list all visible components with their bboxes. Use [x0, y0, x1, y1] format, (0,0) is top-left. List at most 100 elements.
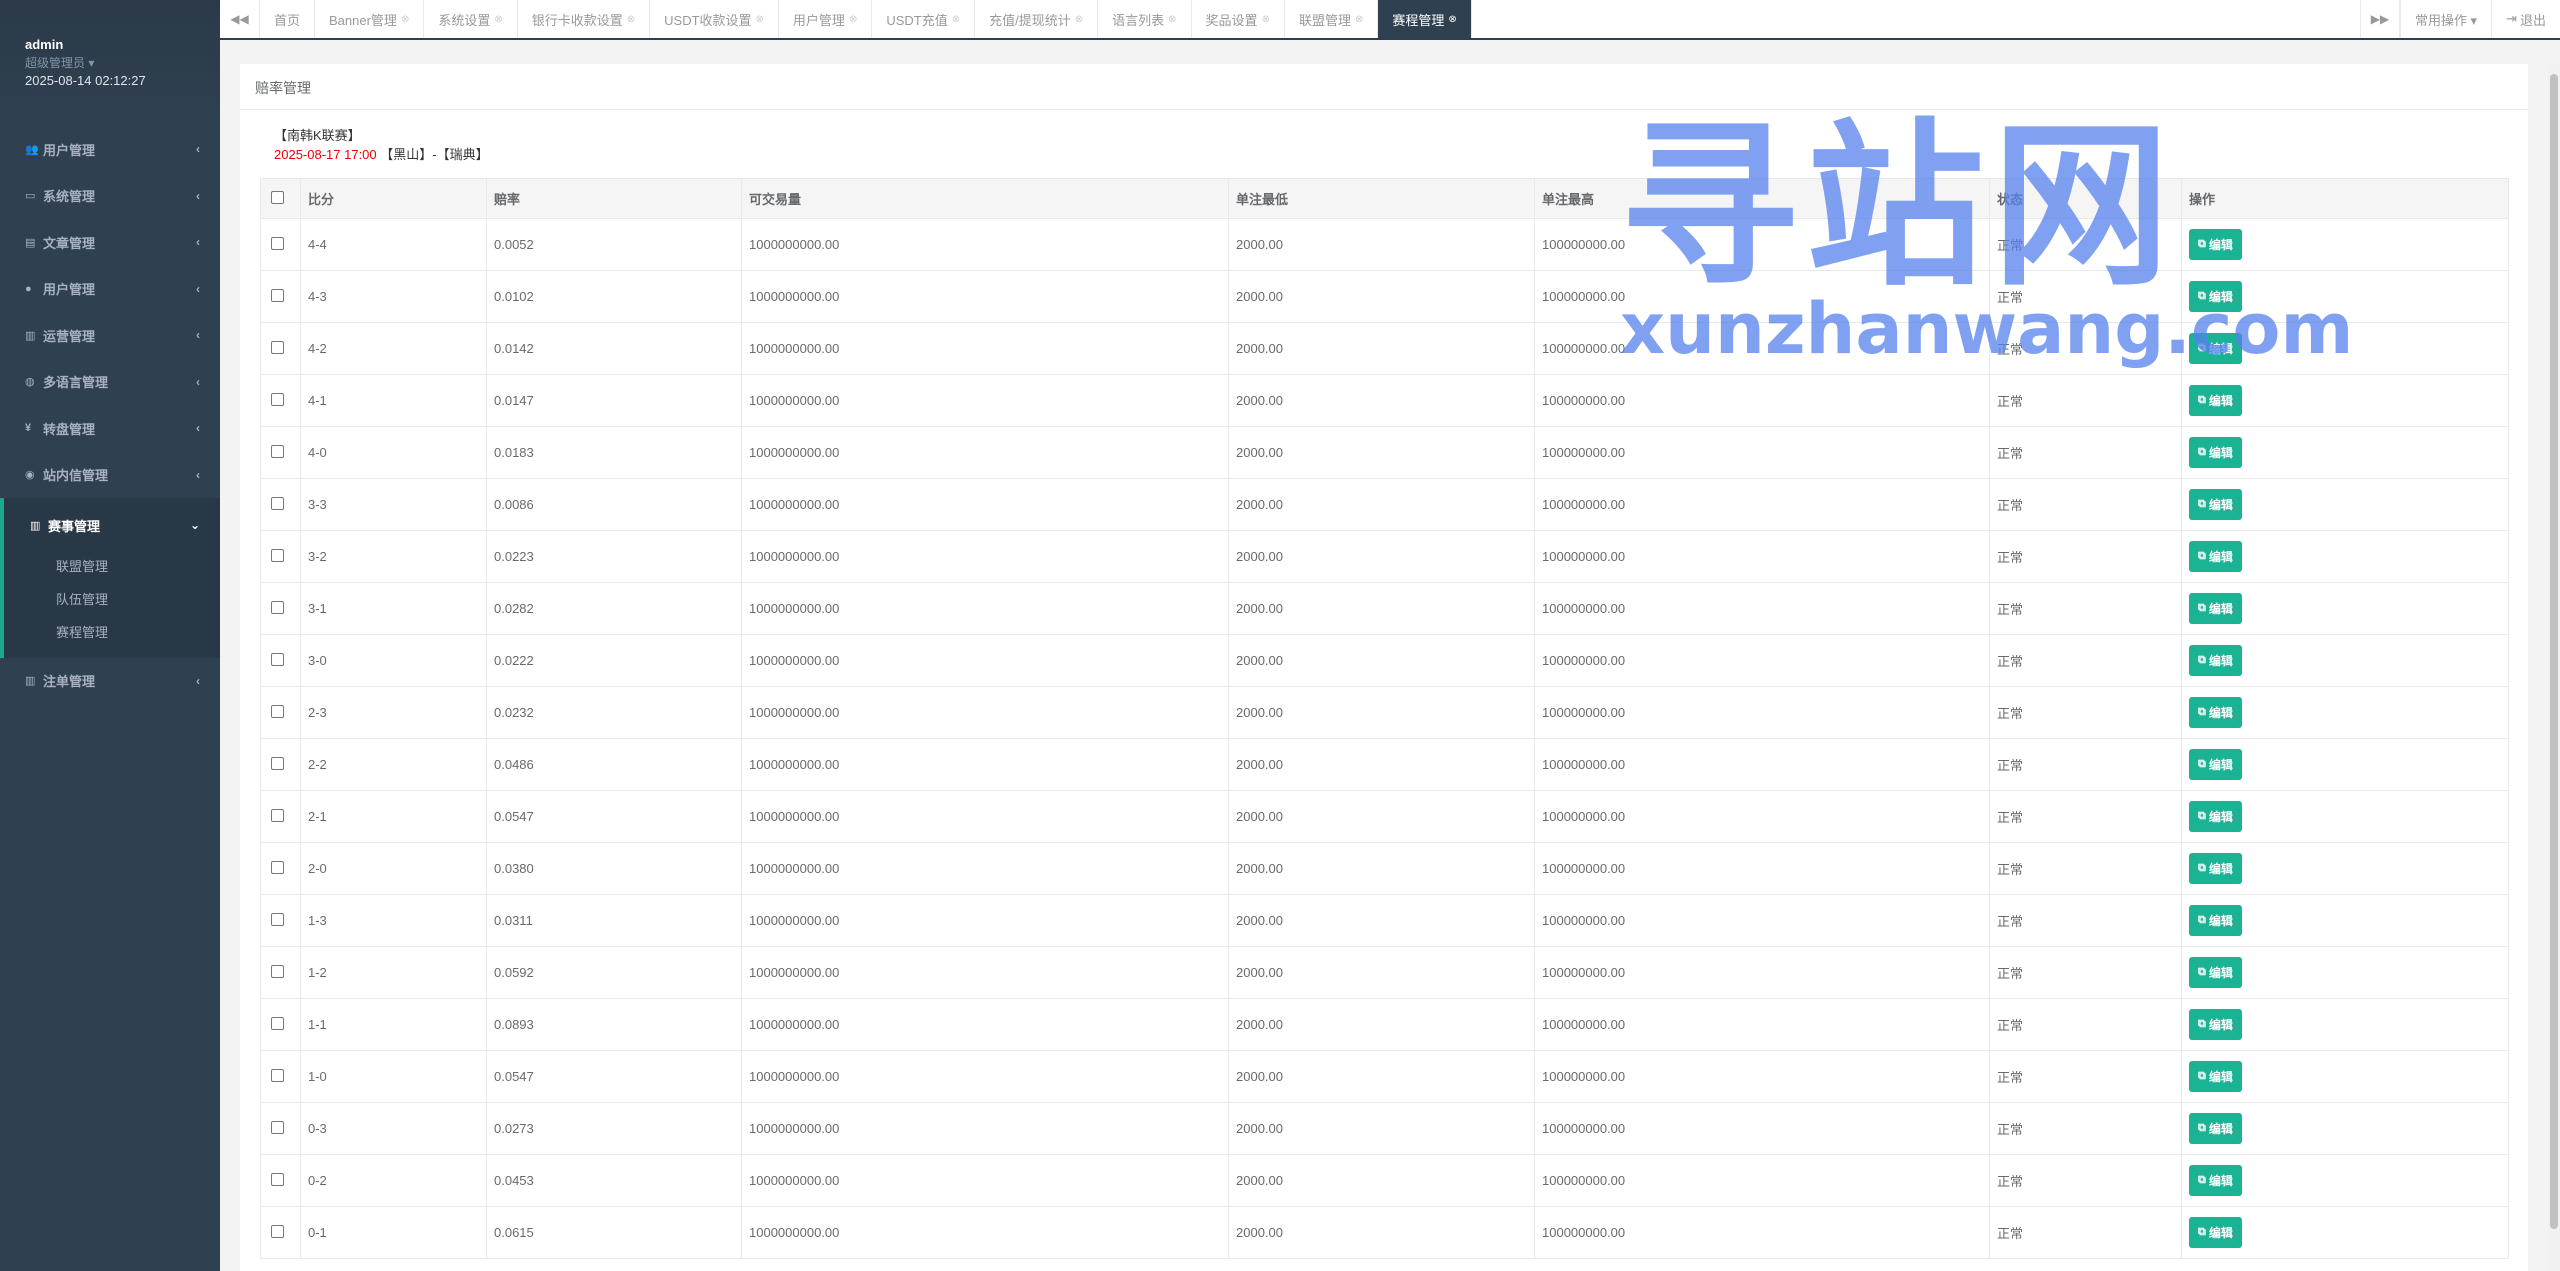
- edit-button[interactable]: ⧉ 编辑: [2189, 853, 2242, 884]
- tab-6[interactable]: USDT充值 ⊗: [872, 0, 976, 38]
- row-checkbox[interactable]: [271, 1068, 284, 1082]
- tab-label: 系统设置: [438, 12, 491, 28]
- edit-icon: ⧉: [2198, 810, 2206, 822]
- tab-3[interactable]: 银行卡收款设置 ⊗: [518, 0, 651, 38]
- cell-actions: ⧉ 编辑: [2181, 374, 2509, 427]
- sidebar-subitem-2[interactable]: 赛程管理: [4, 615, 220, 648]
- edit-button[interactable]: ⧉ 编辑: [2189, 281, 2242, 312]
- close-tab-icon[interactable]: ⊗: [1262, 14, 1270, 25]
- close-tab-icon[interactable]: ⊗: [849, 14, 857, 25]
- tab-8[interactable]: 语言列表 ⊗: [1098, 0, 1192, 38]
- sidebar-subitem-0[interactable]: 联盟管理: [4, 549, 220, 582]
- edit-button-label: 编辑: [2208, 862, 2233, 876]
- row-checkbox[interactable]: [271, 704, 284, 718]
- tab-1[interactable]: Banner管理 ⊗: [315, 0, 425, 38]
- edit-button[interactable]: ⧉ 编辑: [2189, 1217, 2242, 1248]
- row-checkbox[interactable]: [271, 392, 284, 406]
- row-checkbox[interactable]: [271, 444, 284, 458]
- row-checkbox[interactable]: [271, 340, 284, 354]
- row-checkbox[interactable]: [271, 756, 284, 770]
- edit-button[interactable]: ⧉ 编辑: [2189, 229, 2242, 260]
- select-all-checkbox[interactable]: [271, 190, 284, 204]
- edit-button[interactable]: ⧉ 编辑: [2189, 437, 2242, 468]
- edit-button[interactable]: ⧉ 编辑: [2189, 645, 2242, 676]
- close-tab-icon[interactable]: ⊗: [1075, 14, 1083, 25]
- row-checkbox[interactable]: [271, 652, 284, 666]
- row-checkbox[interactable]: [271, 496, 284, 510]
- row-checkbox[interactable]: [271, 600, 284, 614]
- sidebar-item-match-management[interactable]: ▥ 赛事管理 ⌄: [4, 502, 220, 549]
- row-checkbox[interactable]: [271, 288, 284, 302]
- tab-11[interactable]: 赛程管理 ⊗: [1378, 0, 1472, 38]
- page-scrollbar[interactable]: [2548, 64, 2560, 1271]
- row-select-cell: [260, 842, 301, 895]
- sidebar-item-4[interactable]: ▥ 运营管理 ‹: [0, 312, 220, 359]
- sidebar-item-3[interactable]: ● 用户管理 ‹: [0, 266, 220, 313]
- edit-button[interactable]: ⧉ 编辑: [2189, 957, 2242, 988]
- edit-button[interactable]: ⧉ 编辑: [2189, 385, 2242, 416]
- sidebar-subitem-1[interactable]: 队伍管理: [4, 582, 220, 615]
- tabs-scroll-right-button[interactable]: ▶▶: [2359, 0, 2400, 38]
- close-tab-icon[interactable]: ⊗: [494, 14, 502, 25]
- cell-score: 3-2: [300, 530, 487, 583]
- row-checkbox[interactable]: [271, 1016, 284, 1030]
- odds-table-wrap: 比分 赔率 可交易量 单注最低 单注最高 状态 操作 4-4 0.0052 1000…: [260, 178, 2509, 1259]
- row-checkbox[interactable]: [271, 1120, 284, 1134]
- chevron-left-icon: ‹: [196, 421, 200, 436]
- tab-9[interactable]: 奖品设置 ⊗: [1192, 0, 1285, 38]
- chevron-left-icon: ‹: [196, 142, 200, 157]
- sidebar-item-5[interactable]: ◍ 多语言管理 ‹: [0, 359, 220, 406]
- scrollbar-thumb[interactable]: [2550, 74, 2558, 1229]
- edit-icon: ⧉: [2198, 1174, 2206, 1186]
- edit-button[interactable]: ⧉ 编辑: [2189, 1009, 2242, 1040]
- close-tab-icon[interactable]: ⊗: [1168, 14, 1176, 25]
- edit-button[interactable]: ⧉ 编辑: [2189, 1061, 2242, 1092]
- user-role-dropdown[interactable]: 超级管理员 ▾: [25, 54, 220, 72]
- close-tab-icon[interactable]: ⊗: [952, 14, 960, 25]
- tab-0[interactable]: 首页: [260, 0, 316, 38]
- tab-4[interactable]: USDT收款设置 ⊗: [650, 0, 779, 38]
- tab-5[interactable]: 用户管理 ⊗: [779, 0, 873, 38]
- tabs-scroll-left-button[interactable]: ◀◀: [220, 0, 260, 38]
- cell-status: 正常: [1989, 842, 2182, 895]
- common-operations-dropdown[interactable]: 常用操作 ▾: [2399, 0, 2491, 38]
- sidebar-item-bet-management[interactable]: ▥ 注单管理 ‹: [0, 658, 220, 705]
- edit-button[interactable]: ⧉ 编辑: [2189, 333, 2242, 364]
- cell-actions: ⧉ 编辑: [2181, 842, 2509, 895]
- row-checkbox[interactable]: [271, 808, 284, 822]
- cell-status: 正常: [1989, 1102, 2182, 1155]
- sidebar-item-0[interactable]: 👥 用户管理 ‹: [0, 126, 220, 173]
- table-row: 4-2 0.0142 1000000000.00 2000.00 100000000.0…: [260, 322, 2509, 375]
- row-checkbox[interactable]: [271, 1224, 284, 1238]
- close-tab-icon[interactable]: ⊗: [401, 14, 409, 25]
- row-checkbox[interactable]: [271, 912, 284, 926]
- tab-2[interactable]: 系统设置 ⊗: [424, 0, 518, 38]
- edit-button[interactable]: ⧉ 编辑: [2189, 489, 2242, 520]
- row-checkbox[interactable]: [271, 236, 284, 250]
- sidebar-item-1[interactable]: ▭ 系统管理 ‹: [0, 173, 220, 220]
- edit-button[interactable]: ⧉ 编辑: [2189, 1165, 2242, 1196]
- row-checkbox[interactable]: [271, 548, 284, 562]
- sidebar-item-6[interactable]: ¥ 转盘管理 ‹: [0, 405, 220, 452]
- sidebar-item-2[interactable]: ▤ 文章管理 ‹: [0, 219, 220, 266]
- edit-button[interactable]: ⧉ 编辑: [2189, 593, 2242, 624]
- edit-button[interactable]: ⧉ 编辑: [2189, 1113, 2242, 1144]
- close-tab-icon[interactable]: ⊗: [756, 14, 764, 25]
- edit-button[interactable]: ⧉ 编辑: [2189, 905, 2242, 936]
- close-tab-icon[interactable]: ⊗: [1448, 14, 1456, 25]
- tab-10[interactable]: 联盟管理 ⊗: [1285, 0, 1379, 38]
- row-checkbox[interactable]: [271, 964, 284, 978]
- table-row: 0-1 0.0615 1000000000.00 2000.00 100000000.0…: [260, 1206, 2509, 1259]
- row-checkbox[interactable]: [271, 1172, 284, 1186]
- sidebar-item-7[interactable]: ◉ 站内信管理 ‹: [0, 452, 220, 499]
- close-tab-icon[interactable]: ⊗: [627, 14, 635, 25]
- row-checkbox[interactable]: [271, 860, 284, 874]
- edit-button[interactable]: ⧉ 编辑: [2189, 801, 2242, 832]
- edit-button[interactable]: ⧉ 编辑: [2189, 749, 2242, 780]
- logout-button[interactable]: ⇥ 退出: [2491, 0, 2560, 38]
- tab-7[interactable]: 充值/提现统计 ⊗: [975, 0, 1099, 38]
- edit-button[interactable]: ⧉ 编辑: [2189, 697, 2242, 728]
- close-tab-icon[interactable]: ⊗: [1355, 14, 1363, 25]
- cell-tradable-volume: 1000000000.00: [741, 426, 1229, 479]
- edit-button[interactable]: ⧉ 编辑: [2189, 541, 2242, 572]
